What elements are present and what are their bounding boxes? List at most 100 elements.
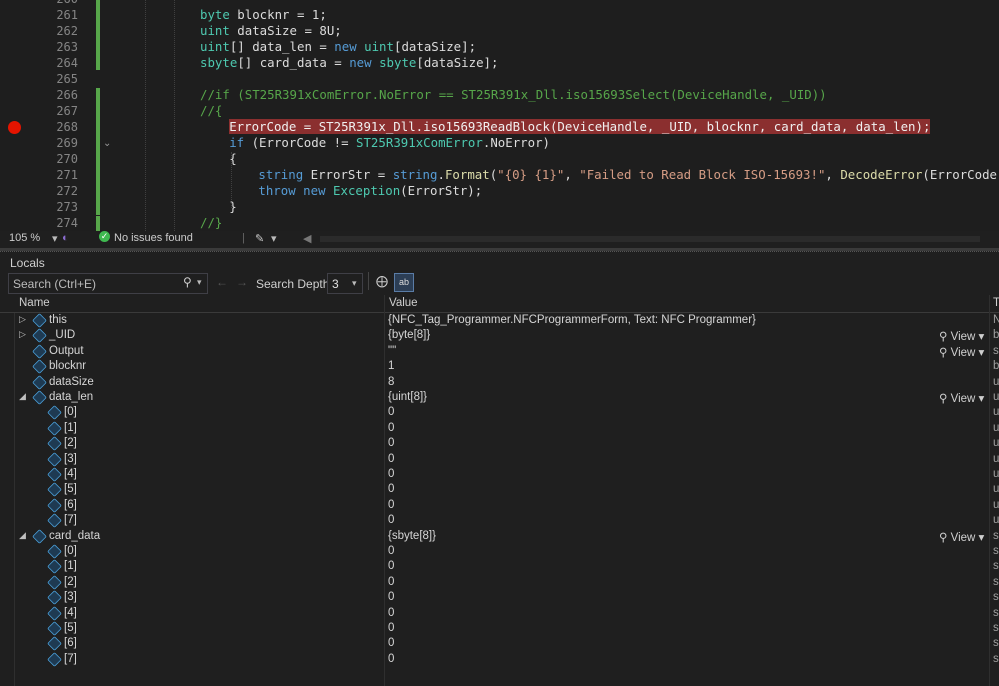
chevron-down-icon[interactable]: ▾: [271, 232, 277, 245]
code-text[interactable]: string ErrorStr = string.Format("{0} {1}…: [258, 167, 999, 183]
collapse-arrow-icon[interactable]: ◢: [19, 391, 26, 402]
variable-value[interactable]: 0: [388, 622, 394, 634]
locals-row[interactable]: ▷ _UID {byte[8]} ⚲ View ▾ b: [0, 328, 999, 343]
variable-value[interactable]: {byte[8]}: [388, 329, 430, 341]
locals-row[interactable]: [7] 0 u: [0, 513, 999, 529]
variable-value[interactable]: 0: [388, 591, 394, 603]
locals-row[interactable]: [2] 0 s: [0, 574, 999, 590]
code-text[interactable]: //}: [200, 215, 222, 231]
code-line[interactable]: 267 //{: [0, 103, 999, 119]
locals-row[interactable]: Output "" ⚲ View ▾ s: [0, 343, 999, 359]
code-text[interactable]: uint[] data_len = new uint[dataSize];: [200, 39, 476, 55]
locals-row[interactable]: [0] 0 u: [0, 405, 999, 421]
code-line[interactable]: 265: [0, 71, 999, 87]
scroll-left-icon[interactable]: ◀: [303, 232, 311, 245]
code-line[interactable]: 273}: [0, 199, 999, 215]
locals-row[interactable]: [4] 0 s: [0, 605, 999, 621]
variable-value[interactable]: 1: [388, 360, 394, 372]
code-editor[interactable]: ⌄ 260261byte blocknr = 1;262uint dataSiz…: [0, 0, 999, 231]
column-header-name[interactable]: Name: [19, 297, 50, 309]
chevron-down-icon[interactable]: ▾: [197, 277, 202, 288]
variable-value[interactable]: {uint[8]}: [388, 391, 427, 403]
code-line[interactable]: 272 throw new Exception(ErrorStr);: [0, 183, 999, 199]
variable-value[interactable]: 0: [388, 514, 394, 526]
code-text[interactable]: ErrorCode = ST25R391x_Dll.iso15693ReadBl…: [229, 119, 931, 135]
locals-row[interactable]: [4] 0 u: [0, 467, 999, 482]
issues-status[interactable]: No issues found: [114, 232, 193, 244]
locals-row[interactable]: [6] 0 u: [0, 497, 999, 513]
variable-value[interactable]: 0: [388, 637, 394, 649]
column-header-value[interactable]: Value: [389, 297, 418, 309]
locals-row[interactable]: [1] 0 u: [0, 420, 999, 436]
variable-value[interactable]: 0: [388, 560, 394, 572]
search-icon[interactable]: ⚲: [183, 275, 192, 289]
cleanup-brush-icon[interactable]: ✎: [255, 232, 264, 245]
copilot-icon[interactable]: ◐: [62, 232, 69, 244]
locals-row[interactable]: ◢ card_data {sbyte[8]} ⚲ View ▾ s: [0, 528, 999, 544]
chevron-down-icon[interactable]: ▾: [52, 232, 58, 245]
locals-row[interactable]: [0] 0 s: [0, 544, 999, 559]
code-text[interactable]: uint dataSize = 8U;: [200, 23, 342, 39]
arrow-left-icon[interactable]: ←: [216, 275, 228, 289]
code-line[interactable]: 263 uint[] data_len = new uint[dataSize];: [0, 39, 999, 55]
code-line[interactable]: 269 if (ErrorCode != ST25R391xComError.No…: [0, 135, 999, 151]
variable-value[interactable]: 8: [388, 376, 394, 388]
variable-value[interactable]: 0: [388, 545, 394, 557]
code-line[interactable]: 266 //if (ST25R391xComError.NoError == ST…: [0, 87, 999, 103]
locals-row[interactable]: [5] 0 s: [0, 621, 999, 636]
locals-row[interactable]: [5] 0 u: [0, 482, 999, 498]
variable-value[interactable]: 0: [388, 468, 394, 480]
variable-value[interactable]: 0: [388, 653, 394, 665]
code-text[interactable]: throw new Exception(ErrorStr);: [258, 183, 482, 199]
expand-arrow-icon[interactable]: ▷: [19, 314, 26, 325]
arrow-right-icon[interactable]: →: [236, 275, 248, 289]
search-input[interactable]: Search (Ctrl+E) ⚲ ▾: [8, 273, 208, 294]
locals-row[interactable]: [3] 0 s: [0, 590, 999, 606]
code-line[interactable]: 271 string ErrorStr = string.Format("{0} …: [0, 167, 999, 183]
code-text[interactable]: }: [229, 199, 236, 215]
locals-row[interactable]: dataSize 8 u: [0, 374, 999, 390]
code-text[interactable]: {: [229, 151, 236, 167]
code-text[interactable]: sbyte[] card_data = new sbyte[dataSize];: [200, 55, 498, 71]
variable-value[interactable]: {NFC_Tag_Programmer.NFCProgrammerForm, T…: [388, 314, 756, 326]
locals-row[interactable]: [2] 0 u: [0, 436, 999, 452]
search-depth-select[interactable]: 3 ▾: [327, 273, 363, 294]
code-line[interactable]: 264 sbyte[] card_data = new sbyte[dataSiz…: [0, 55, 999, 71]
view-visualizer-button[interactable]: ⚲ View ▾: [939, 345, 984, 359]
variable-value[interactable]: 0: [388, 406, 394, 418]
locals-row[interactable]: [1] 0 s: [0, 559, 999, 575]
variable-value[interactable]: 0: [388, 576, 394, 588]
code-text[interactable]: if (ErrorCode != ST25R391xComError.NoErr…: [229, 135, 550, 151]
locals-row[interactable]: [6] 0 s: [0, 636, 999, 652]
locals-row[interactable]: ▷ this {NFC_Tag_Programmer.NFCProgrammerFo…: [0, 313, 999, 328]
variable-value[interactable]: 0: [388, 483, 394, 495]
variable-value[interactable]: 0: [388, 607, 394, 619]
code-text[interactable]: byte blocknr = 1;: [200, 7, 327, 23]
expand-arrow-icon[interactable]: ▷: [19, 329, 26, 340]
code-line[interactable]: 261 byte blocknr = 1;: [0, 7, 999, 23]
code-line[interactable]: 260: [0, 0, 999, 7]
variable-value[interactable]: "": [388, 345, 396, 357]
variable-value[interactable]: 0: [388, 437, 394, 449]
hex-display-icon[interactable]: ab: [394, 273, 414, 292]
collapse-arrow-icon[interactable]: ◢: [19, 530, 26, 541]
view-visualizer-button[interactable]: ⚲ View ▾: [939, 391, 984, 405]
code-line[interactable]: 270 {: [0, 151, 999, 167]
locals-row[interactable]: [7] 0 s: [0, 651, 999, 667]
horizontal-scrollbar[interactable]: [320, 236, 980, 242]
code-line[interactable]: 262 uint dataSize = 8U;: [0, 23, 999, 39]
view-visualizer-button[interactable]: ⚲ View ▾: [939, 530, 984, 544]
view-visualizer-button[interactable]: ⚲ View ▾: [939, 329, 984, 343]
code-text[interactable]: //{: [200, 103, 222, 119]
variable-value[interactable]: 0: [388, 422, 394, 434]
code-line[interactable]: 274 //}: [0, 215, 999, 231]
column-header-type[interactable]: T: [993, 297, 999, 309]
locals-row[interactable]: [3] 0 u: [0, 451, 999, 467]
variable-value[interactable]: {sbyte[8]}: [388, 530, 436, 542]
code-line[interactable]: 268 ErrorCode = ST25R391x_Dll.iso15693Rea…: [0, 119, 999, 135]
locals-row[interactable]: ◢ data_len {uint[8]} ⚲ View ▾ u: [0, 390, 999, 405]
locals-row[interactable]: blocknr 1 b: [0, 359, 999, 375]
code-text[interactable]: //if (ST25R391xComError.NoError == ST25R…: [200, 87, 827, 103]
pin-icon[interactable]: ⨁: [376, 274, 388, 288]
variable-value[interactable]: 0: [388, 453, 394, 465]
